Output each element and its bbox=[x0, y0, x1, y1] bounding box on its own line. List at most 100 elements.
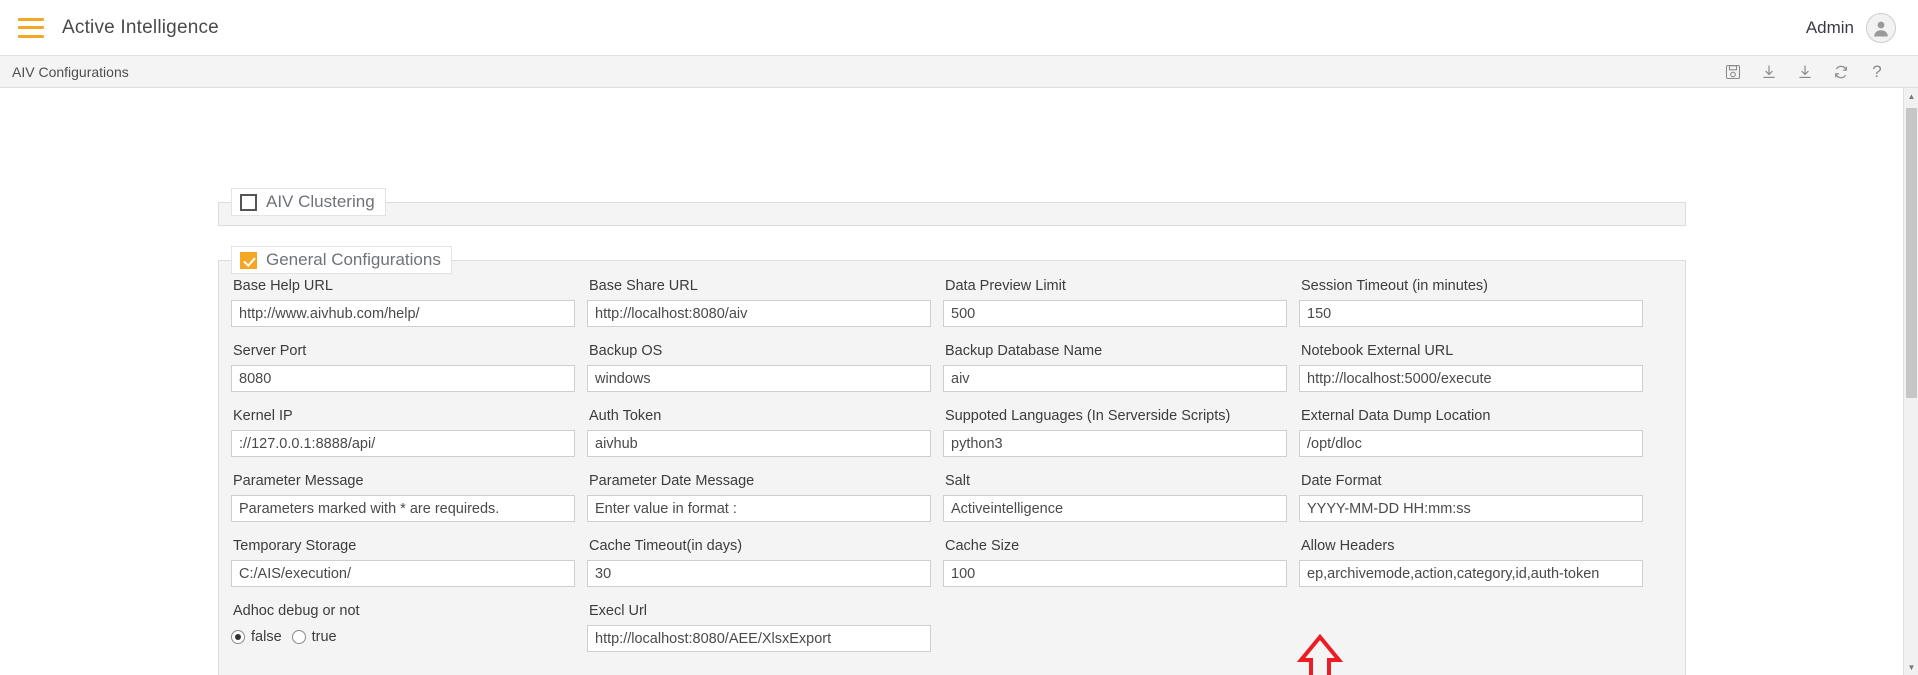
section-toggle-general-configurations[interactable]: General Configurations bbox=[231, 246, 452, 274]
field-auth-token: Auth Token bbox=[587, 408, 943, 473]
label-salt: Salt bbox=[945, 473, 970, 489]
input-kernel-ip[interactable] bbox=[231, 430, 575, 457]
label-cache-timeout: Cache Timeout(in days) bbox=[589, 538, 743, 554]
label-parameter-date-message: Parameter Date Message bbox=[589, 473, 755, 489]
help-icon[interactable]: ? bbox=[1868, 63, 1886, 81]
label-temporary-storage: Temporary Storage bbox=[233, 538, 357, 554]
app-header: Active Intelligence Admin bbox=[0, 0, 1918, 56]
label-date-format: Date Format bbox=[1301, 473, 1382, 489]
label-base-help-url: Base Help URL bbox=[233, 278, 333, 294]
scroll-down-icon[interactable]: ▼ bbox=[1904, 659, 1918, 675]
radio-adhoc-debug-false[interactable]: false bbox=[231, 629, 282, 645]
scroll-up-icon[interactable]: ▲ bbox=[1904, 88, 1918, 104]
field-parameter-message: Parameter Message bbox=[231, 473, 587, 538]
field-backup-database-name: Backup Database Name bbox=[943, 343, 1299, 408]
field-allow-headers: Allow Headers bbox=[1299, 538, 1643, 603]
input-cache-size[interactable] bbox=[943, 560, 1287, 587]
radio-label-false: false bbox=[251, 629, 282, 645]
field-backup-os: Backup OS bbox=[587, 343, 943, 408]
label-session-timeout: Session Timeout (in minutes) bbox=[1301, 278, 1488, 294]
input-backup-os[interactable] bbox=[587, 365, 931, 392]
field-external-data-dump-location: External Data Dump Location bbox=[1299, 408, 1643, 473]
input-server-port[interactable] bbox=[231, 365, 575, 392]
toolbar-icons: ? bbox=[1724, 63, 1904, 81]
label-cache-size: Cache Size bbox=[945, 538, 1020, 554]
vertical-scrollbar[interactable]: ▲ ▼ bbox=[1903, 88, 1918, 675]
field-execl-url: Execl Url bbox=[587, 603, 943, 668]
input-allow-headers[interactable] bbox=[1299, 560, 1643, 587]
label-parameter-message: Parameter Message bbox=[233, 473, 364, 489]
section-label-general-configurations: General Configurations bbox=[266, 250, 441, 269]
field-session-timeout: Session Timeout (in minutes) bbox=[1299, 278, 1643, 343]
input-parameter-date-message[interactable] bbox=[587, 495, 931, 522]
label-backup-database-name: Backup Database Name bbox=[945, 343, 1103, 359]
input-base-share-url[interactable] bbox=[587, 300, 931, 327]
label-base-share-url: Base Share URL bbox=[589, 278, 698, 294]
field-server-port: Server Port bbox=[231, 343, 587, 408]
input-session-timeout[interactable] bbox=[1299, 300, 1643, 327]
input-notebook-external-url[interactable] bbox=[1299, 365, 1643, 392]
checkbox-aiv-clustering[interactable] bbox=[240, 193, 257, 211]
user-avatar-icon[interactable] bbox=[1866, 12, 1896, 43]
input-cache-timeout[interactable] bbox=[587, 560, 931, 587]
refresh-icon[interactable] bbox=[1832, 63, 1850, 81]
radio-adhoc-debug-true[interactable]: true bbox=[291, 629, 337, 645]
label-backup-os: Backup OS bbox=[589, 343, 663, 359]
radio-dot-false[interactable] bbox=[231, 630, 245, 644]
label-execl-url: Execl Url bbox=[589, 603, 648, 619]
field-data-preview-limit: Data Preview Limit bbox=[943, 278, 1299, 343]
label-notebook-external-url: Notebook External URL bbox=[1301, 343, 1454, 359]
input-parameter-message[interactable] bbox=[231, 495, 575, 522]
radio-label-true: true bbox=[311, 629, 337, 645]
save-icon[interactable] bbox=[1724, 63, 1742, 81]
label-auth-token: Auth Token bbox=[589, 408, 662, 424]
field-salt: Salt bbox=[943, 473, 1299, 538]
general-config-form: Base Help URL Base Share URL Data Previe… bbox=[219, 274, 1685, 668]
grid-spacer bbox=[943, 603, 1299, 668]
label-data-preview-limit: Data Preview Limit bbox=[945, 278, 1066, 294]
section-aiv-clustering: AIV Clustering bbox=[218, 188, 1686, 226]
checkbox-general-configurations[interactable] bbox=[240, 251, 257, 269]
label-allow-headers: Allow Headers bbox=[1301, 538, 1395, 554]
field-kernel-ip: Kernel IP bbox=[231, 408, 587, 473]
field-date-format: Date Format bbox=[1299, 473, 1643, 538]
input-base-help-url[interactable] bbox=[231, 300, 575, 327]
input-external-data-dump-location[interactable] bbox=[1299, 430, 1643, 457]
input-salt[interactable] bbox=[943, 495, 1287, 522]
hamburger-icon[interactable] bbox=[18, 17, 44, 38]
user-name-label: Admin bbox=[1805, 17, 1854, 37]
field-notebook-external-url: Notebook External URL bbox=[1299, 343, 1643, 408]
input-date-format[interactable] bbox=[1299, 495, 1643, 522]
download-icon[interactable] bbox=[1760, 63, 1778, 81]
field-cache-timeout: Cache Timeout(in days) bbox=[587, 538, 943, 603]
input-auth-token[interactable] bbox=[587, 430, 931, 457]
input-backup-database-name[interactable] bbox=[943, 365, 1287, 392]
label-external-data-dump-location: External Data Dump Location bbox=[1301, 408, 1491, 424]
field-base-share-url: Base Share URL bbox=[587, 278, 943, 343]
field-temporary-storage: Temporary Storage bbox=[231, 538, 587, 603]
scrollbar-thumb[interactable] bbox=[1906, 108, 1917, 398]
field-adhoc-debug: Adhoc debug or not false true bbox=[231, 603, 587, 668]
field-parameter-date-message: Parameter Date Message bbox=[587, 473, 943, 538]
scroll-pane: AIV Clustering General Configurations Ba… bbox=[0, 88, 1903, 675]
label-supported-languages: Suppoted Languages (In Serverside Script… bbox=[945, 408, 1231, 424]
field-supported-languages: Suppoted Languages (In Serverside Script… bbox=[943, 408, 1299, 473]
import-icon[interactable] bbox=[1796, 63, 1814, 81]
label-adhoc-debug: Adhoc debug or not bbox=[233, 603, 360, 619]
app-title: Active Intelligence bbox=[62, 16, 219, 38]
grid-spacer bbox=[1299, 603, 1639, 668]
radio-dot-true[interactable] bbox=[291, 630, 306, 644]
breadcrumb: AIV Configurations bbox=[12, 63, 129, 80]
label-kernel-ip: Kernel IP bbox=[233, 408, 293, 424]
header-user-area: Admin bbox=[1805, 12, 1896, 43]
input-execl-url[interactable] bbox=[587, 625, 931, 652]
input-data-preview-limit[interactable] bbox=[943, 300, 1287, 327]
input-temporary-storage[interactable] bbox=[231, 560, 575, 587]
label-server-port: Server Port bbox=[233, 343, 307, 359]
breadcrumb-bar: AIV Configurations ? bbox=[0, 56, 1918, 88]
field-base-help-url: Base Help URL bbox=[231, 278, 587, 343]
content-area: AIV Clustering General Configurations Ba… bbox=[0, 88, 1918, 675]
section-toggle-aiv-clustering[interactable]: AIV Clustering bbox=[231, 188, 386, 216]
input-supported-languages[interactable] bbox=[943, 430, 1287, 457]
field-cache-size: Cache Size bbox=[943, 538, 1299, 603]
